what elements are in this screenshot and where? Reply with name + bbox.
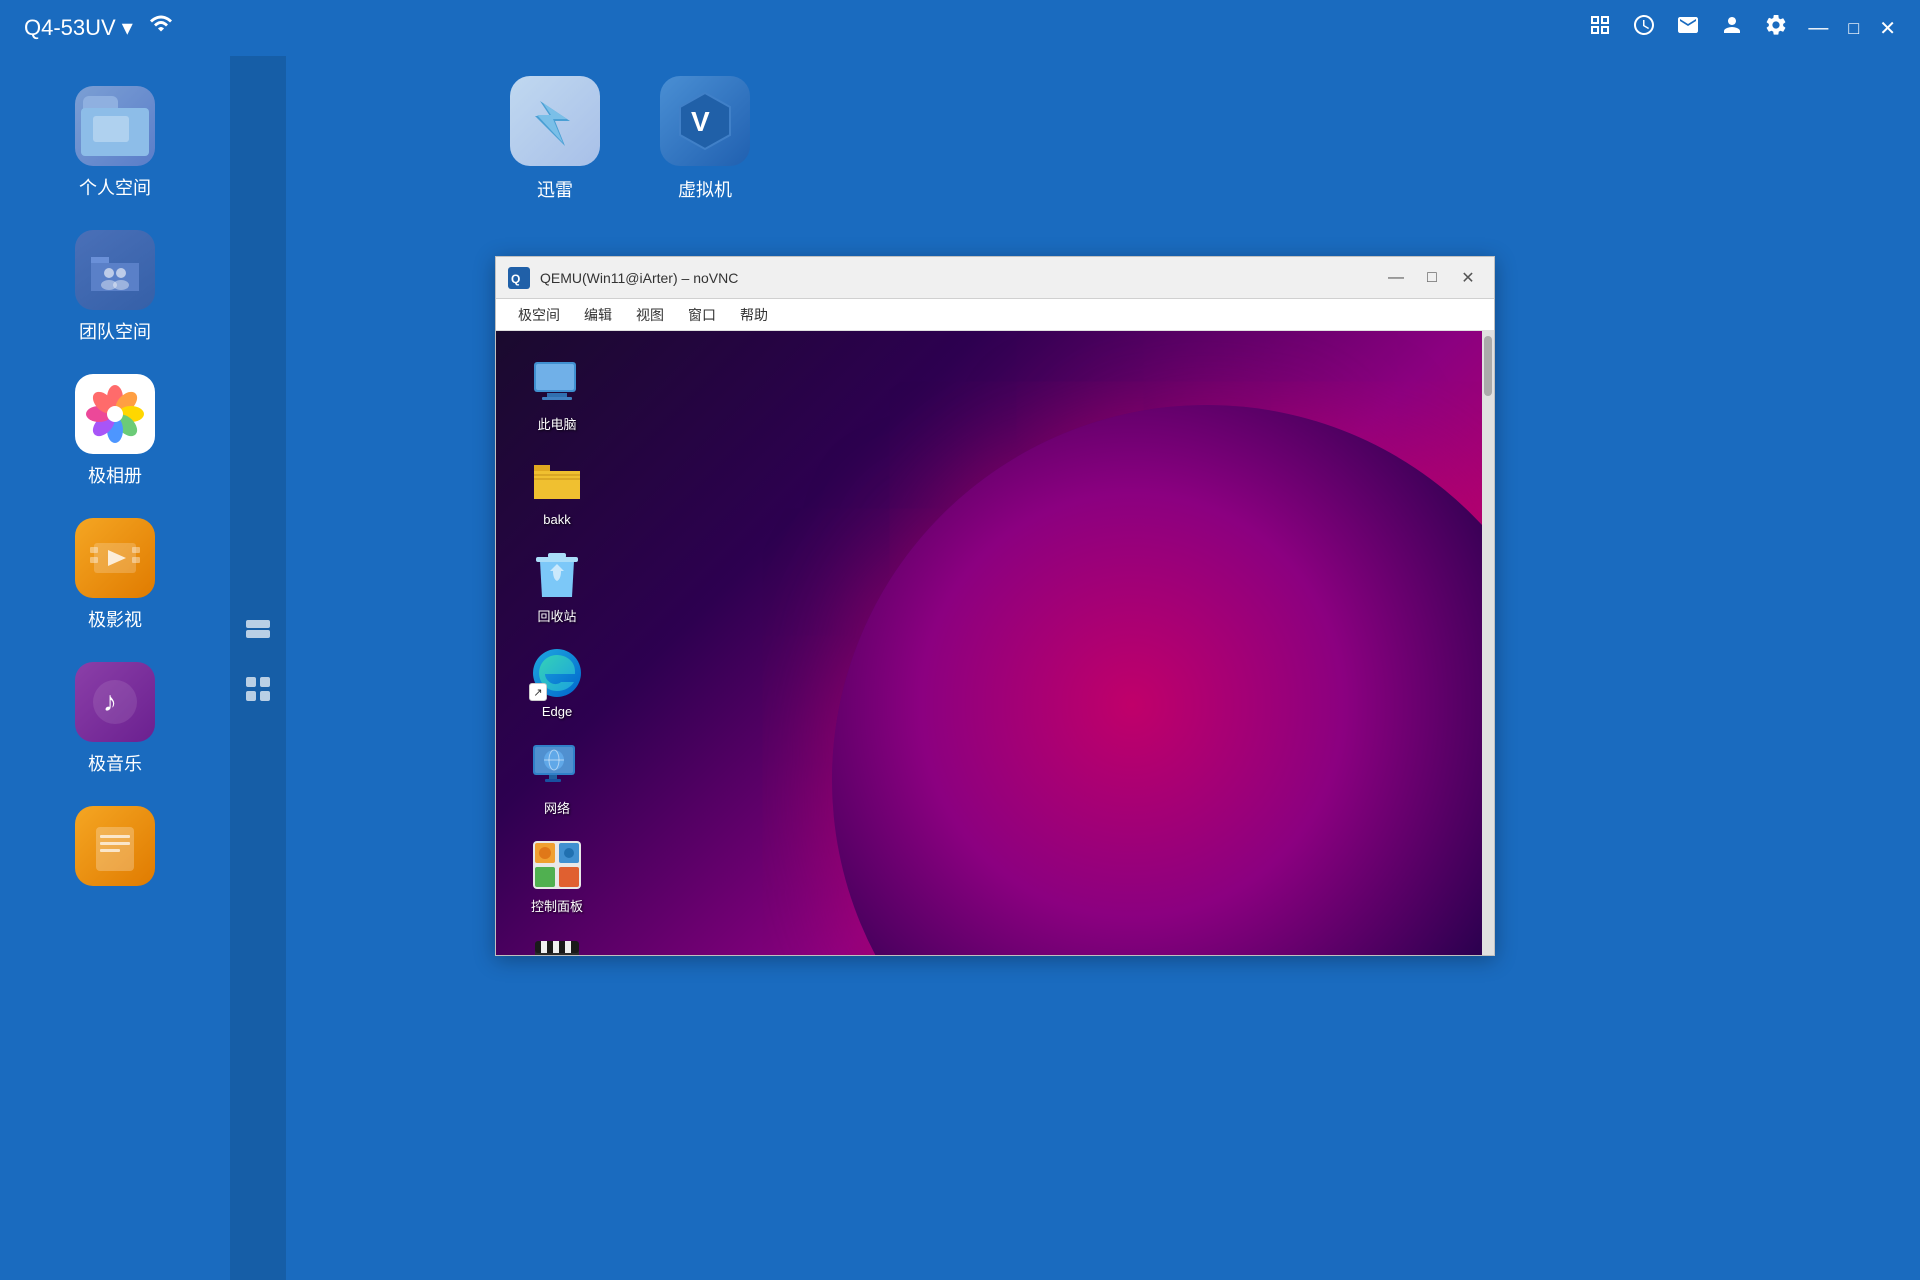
- network-label: 网络: [544, 798, 570, 817]
- controlpanel-label: 控制面板: [531, 896, 583, 915]
- main-area: 个人空间 团队空间: [0, 56, 1920, 1280]
- dropdown-chevron: ▾: [122, 15, 133, 41]
- mini-sidebar: [230, 56, 286, 1280]
- win11-controlpanel-icon[interactable]: 控制面板: [512, 833, 602, 921]
- vm-label: 虚拟机: [678, 176, 732, 202]
- win11-bakk-icon[interactable]: bakk: [512, 449, 602, 533]
- top-bar: Q4-53UV ▾: [0, 0, 1920, 56]
- win11-desktop: 此电脑: [496, 331, 1482, 955]
- close-button[interactable]: ✕: [1879, 16, 1896, 41]
- qemu-title-icon: Q: [508, 267, 530, 289]
- edge-icon-img: ↗: [531, 647, 583, 699]
- computer-label: 此电脑: [537, 414, 576, 433]
- win11-icons-panel: 此电脑: [512, 351, 602, 955]
- edge-label: Edge: [542, 704, 572, 719]
- settings-icon[interactable]: [1764, 13, 1788, 43]
- wifi-icon: [149, 13, 173, 43]
- menu-view[interactable]: 视图: [626, 301, 674, 329]
- sidebar-item-team[interactable]: 团队空间: [0, 220, 230, 354]
- app-title[interactable]: Q4-53UV ▾: [24, 15, 133, 41]
- bakk-label: bakk: [543, 512, 570, 527]
- sidebar-item-video[interactable]: 极影视: [0, 508, 230, 642]
- personal-space-label: 个人空间: [79, 174, 151, 200]
- notes-icon: [75, 806, 155, 886]
- win-minimize-button[interactable]: —: [1382, 264, 1410, 292]
- music-label: 极音乐: [88, 750, 142, 776]
- win11-computer-icon[interactable]: 此电脑: [512, 351, 602, 439]
- qemu-menubar: 极空间 编辑 视图 窗口 帮助: [496, 299, 1494, 331]
- topbar-right: — □ ✕: [1588, 13, 1896, 43]
- bakk-icon-img: [531, 455, 583, 507]
- qemu-titlebar: Q QEMU(Win11@iArter) – noVNC — □ ✕: [496, 257, 1494, 299]
- recycle-icon-img: [531, 549, 583, 601]
- xunlei-label: 迅雷: [537, 176, 573, 202]
- controlpanel-icon-img: [531, 839, 583, 891]
- user-icon[interactable]: [1720, 13, 1744, 43]
- topbar-left: Q4-53UV ▾: [24, 13, 173, 43]
- app-title-text: Q4-53UV: [24, 15, 116, 41]
- minimize-button[interactable]: —: [1808, 17, 1828, 40]
- vm-icon-bg: V: [660, 76, 750, 166]
- music-icon: ♪: [75, 662, 155, 742]
- qemu-content: 此电脑: [496, 331, 1494, 955]
- mini-stack-icon[interactable]: [242, 616, 274, 653]
- win11-edge-icon[interactable]: ↗ Edge: [512, 641, 602, 725]
- xunlei-icon-bg: [510, 76, 600, 166]
- network-icon-img: [531, 741, 583, 793]
- computer-icon-img: [531, 357, 583, 409]
- personal-folder-icon: [75, 86, 155, 166]
- window-controls: — □ ✕: [1382, 264, 1482, 292]
- menu-edit[interactable]: 编辑: [574, 301, 622, 329]
- qemu-title-text: QEMU(Win11@iArter) – noVNC: [540, 270, 1382, 286]
- sidebar-item-photos[interactable]: 极相册: [0, 364, 230, 498]
- scrollbar-thumb[interactable]: [1484, 336, 1492, 396]
- win11-mpc-icon[interactable]: MPC BE MPC-BE: [512, 931, 602, 955]
- sidebar: 个人空间 团队空间: [0, 56, 230, 1280]
- menu-window[interactable]: 窗口: [678, 301, 726, 329]
- content-area: 迅雷 V 虚拟机: [230, 56, 1920, 1280]
- desktop-icons-row: 迅雷 V 虚拟机: [510, 76, 750, 202]
- win11-scrollbar[interactable]: [1482, 331, 1494, 955]
- edge-shortcut-arrow: ↗: [529, 683, 547, 701]
- mpc-icon-img: MPC BE: [531, 937, 583, 955]
- win-maximize-button[interactable]: □: [1418, 264, 1446, 292]
- photos-icon: [75, 374, 155, 454]
- recycle-label: 回收站: [537, 606, 576, 625]
- mini-grid-icon[interactable]: [242, 673, 274, 710]
- sidebar-item-personal[interactable]: 个人空间: [0, 76, 230, 210]
- win-close-button[interactable]: ✕: [1454, 264, 1482, 292]
- sidebar-item-music[interactable]: ♪ 极音乐: [0, 652, 230, 786]
- vm-desktop-icon[interactable]: V 虚拟机: [660, 76, 750, 202]
- maximize-button[interactable]: □: [1848, 18, 1859, 39]
- win11-network-icon[interactable]: 网络: [512, 735, 602, 823]
- team-folder-icon: [75, 230, 155, 310]
- timer-icon[interactable]: [1632, 13, 1656, 43]
- svg-text:Q: Q: [511, 272, 520, 286]
- speed-icon[interactable]: [1588, 13, 1612, 43]
- video-icon: [75, 518, 155, 598]
- svg-text:V: V: [691, 106, 710, 137]
- photos-label: 极相册: [88, 462, 142, 488]
- mail-icon[interactable]: [1676, 13, 1700, 43]
- qemu-window: Q QEMU(Win11@iArter) – noVNC — □ ✕ 极空间 编…: [495, 256, 1495, 956]
- menu-help[interactable]: 帮助: [730, 301, 778, 329]
- video-label: 极影视: [88, 606, 142, 632]
- menu-jikongian[interactable]: 极空间: [508, 301, 570, 329]
- win11-bg-circle: [832, 405, 1482, 955]
- xunlei-desktop-icon[interactable]: 迅雷: [510, 76, 600, 202]
- win11-recycle-icon[interactable]: 回收站: [512, 543, 602, 631]
- team-space-label: 团队空间: [79, 318, 151, 344]
- svg-text:♪: ♪: [103, 686, 117, 717]
- sidebar-item-notes[interactable]: [0, 796, 230, 904]
